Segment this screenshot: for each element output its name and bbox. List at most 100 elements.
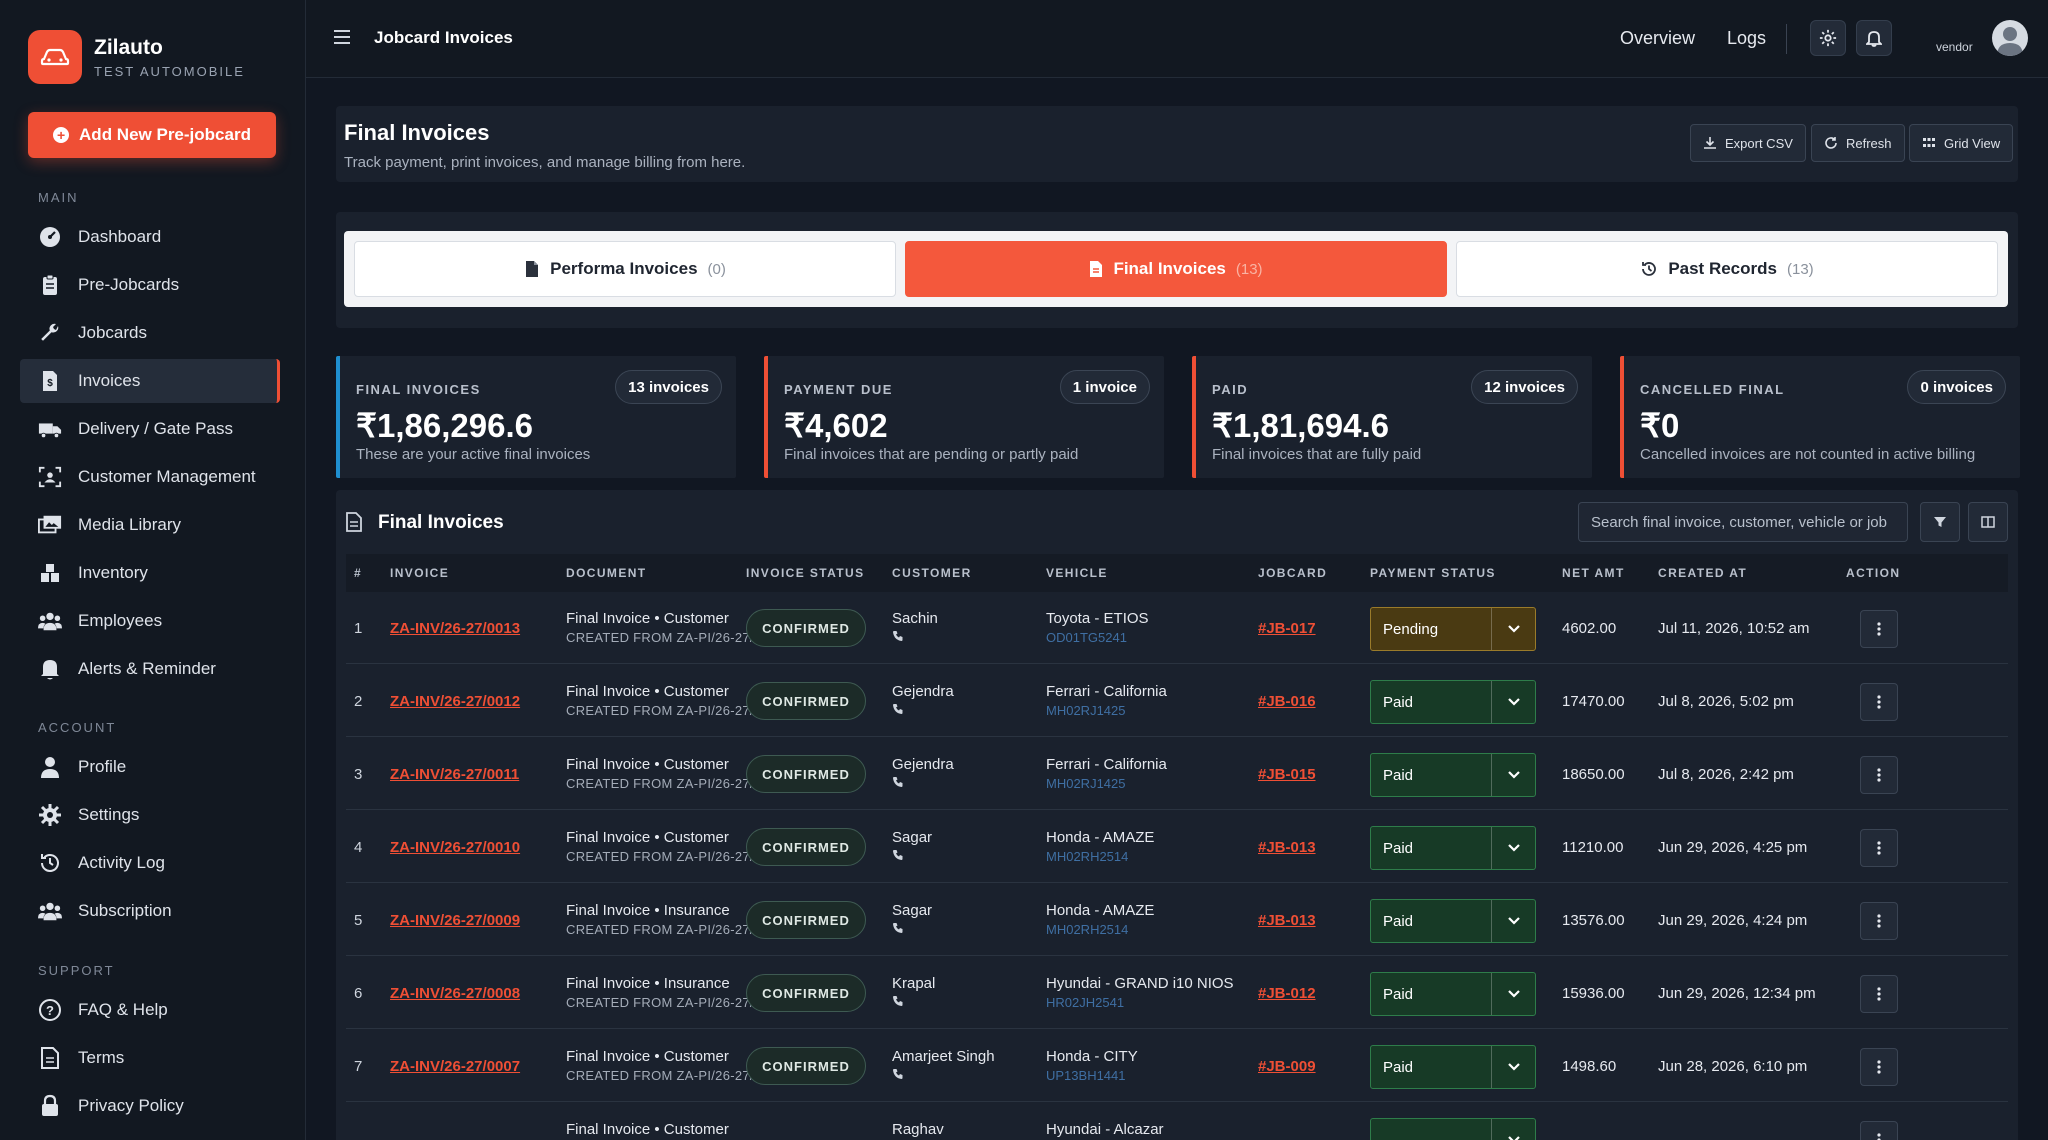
stat-badge: 13 invoices xyxy=(615,370,722,404)
sidebar-item-customer-management[interactable]: Customer Management xyxy=(20,455,280,499)
invoice-status-badge: CONFIRMED xyxy=(746,609,866,647)
sidebar-item-alerts-reminder[interactable]: Alerts & Reminder xyxy=(20,647,280,691)
payment-status-select[interactable]: Paid xyxy=(1370,899,1536,943)
jobcard-link[interactable]: #JB-013 xyxy=(1258,912,1316,929)
invoice-file-icon xyxy=(346,512,362,537)
user-avatar-icon xyxy=(1997,27,2023,56)
tab-past-records[interactable]: Past Records (13) xyxy=(1456,241,1998,297)
columns-button[interactable] xyxy=(1968,502,2008,542)
row-actions-button[interactable] xyxy=(1860,829,1898,867)
sidebar-item-media-library[interactable]: Media Library xyxy=(20,503,280,547)
row-actions-button[interactable] xyxy=(1860,1048,1898,1086)
tab-label: Final Invoices xyxy=(1113,259,1226,278)
logs-link[interactable]: Logs xyxy=(1727,28,1766,49)
sidebar-item-label: Activity Log xyxy=(78,853,165,872)
payment-status-select[interactable]: Paid xyxy=(1370,1045,1536,1089)
tab-final-invoices[interactable]: Final Invoices (13) xyxy=(905,241,1447,297)
invoice-link[interactable]: ZA-INV/26-27/0009 xyxy=(390,912,520,929)
export-csv-button[interactable]: Export CSV xyxy=(1690,124,1806,162)
invoice-link[interactable]: ZA-INV/26-27/0011 xyxy=(390,766,519,783)
refresh-button[interactable]: Refresh xyxy=(1811,124,1905,162)
jobcard-link[interactable]: #JB-016 xyxy=(1258,693,1316,710)
sidebar-item-profile[interactable]: Profile xyxy=(20,745,280,789)
payment-status-select[interactable]: Pending xyxy=(1370,607,1536,651)
sidebar-item-employees[interactable]: Employees xyxy=(20,599,280,643)
row-actions-button[interactable] xyxy=(1860,975,1898,1013)
menu-icon[interactable] xyxy=(334,30,350,48)
boxes-icon xyxy=(38,561,62,585)
jobcard-link[interactable]: #JB-012 xyxy=(1258,985,1316,1002)
sidebar-item-label: Delivery / Gate Pass xyxy=(78,419,233,438)
row-actions-button[interactable] xyxy=(1860,756,1898,794)
sidebar-item-label: Profile xyxy=(78,757,127,776)
avatar[interactable] xyxy=(1992,20,2028,56)
jobcard-link[interactable]: #JB-013 xyxy=(1258,839,1316,856)
vehicle-name: Honda - CITY xyxy=(1046,1048,1138,1065)
sidebar-item-settings[interactable]: Settings xyxy=(20,793,280,837)
payment-status-select[interactable] xyxy=(1370,1118,1536,1140)
search-input[interactable] xyxy=(1578,502,1908,542)
page-subtitle: Track payment, print invoices, and manag… xyxy=(344,154,746,171)
jobcard-link[interactable]: #JB-017 xyxy=(1258,620,1316,637)
invoice-link[interactable]: ZA-INV/26-27/0012 xyxy=(390,693,520,710)
row-index: 3 xyxy=(354,766,363,783)
grid-view-button[interactable]: Grid View xyxy=(1909,124,2014,162)
page-header: Final Invoices Track payment, print invo… xyxy=(336,106,2018,182)
jobcard-link[interactable]: #JB-009 xyxy=(1258,1058,1316,1075)
sidebar-item-jobcards[interactable]: Jobcards xyxy=(20,311,280,355)
row-actions-button[interactable] xyxy=(1860,902,1898,940)
phone-icon xyxy=(892,849,904,864)
sidebar-item-dashboard[interactable]: Dashboard xyxy=(20,215,280,259)
row-actions-button[interactable] xyxy=(1860,1121,1898,1140)
invoices-table-card: Final Invoices # INVOICE DOCUMENT INVOICE S… xyxy=(336,490,2018,1140)
row-actions-button[interactable] xyxy=(1860,610,1898,648)
sidebar-item-label: Privacy Policy xyxy=(78,1096,184,1115)
sidebar-item-terms[interactable]: Terms xyxy=(20,1036,280,1080)
vehicle-registration: MH02RJ1425 xyxy=(1046,776,1126,791)
created-at: Jun 28, 2026, 6:10 pm xyxy=(1658,1058,1808,1075)
sidebar-item-label: Media Library xyxy=(78,515,181,534)
main-section-label: MAIN xyxy=(38,190,79,205)
table-row: 6 ZA-INV/26-27/0008 Final Invoice • Insura… xyxy=(346,957,2008,1029)
brand[interactable]: Zilauto TEST AUTOMOBILE xyxy=(28,30,245,84)
stat-cancelled-final: CANCELLED FINAL 0 invoices ₹0 Cancelled … xyxy=(1620,356,2020,478)
more-vertical-icon xyxy=(1877,768,1881,782)
document-type: Final Invoice • Customer xyxy=(566,610,729,627)
tab-performa-invoices[interactable]: Performa Invoices (0) xyxy=(354,241,896,297)
row-actions-button[interactable] xyxy=(1860,683,1898,721)
tab-count: (0) xyxy=(707,260,726,278)
filter-button[interactable] xyxy=(1920,502,1960,542)
sidebar-item-subscription[interactable]: Subscription xyxy=(20,889,280,933)
bell-icon xyxy=(1866,31,1882,47)
payment-status-select[interactable]: Paid xyxy=(1370,753,1536,797)
overview-link[interactable]: Overview xyxy=(1620,28,1695,49)
invoice-link[interactable]: ZA-INV/26-27/0008 xyxy=(390,985,520,1002)
stat-description: Cancelled invoices are not counted in ac… xyxy=(1640,446,1976,463)
payment-status-select[interactable]: Paid xyxy=(1370,826,1536,870)
invoice-link[interactable]: ZA-INV/26-27/0010 xyxy=(390,839,520,856)
invoice-status-badge: CONFIRMED xyxy=(746,682,866,720)
vehicle-name: Honda - AMAZE xyxy=(1046,902,1155,919)
sidebar-item-delivery-gate-pass[interactable]: Delivery / Gate Pass xyxy=(20,407,280,451)
invoice-link[interactable]: ZA-INV/26-27/0013 xyxy=(390,620,520,637)
column-header-action: ACTION xyxy=(1846,566,1901,580)
sidebar-item-activity-log[interactable]: Activity Log xyxy=(20,841,280,885)
user-name: vendor xyxy=(1936,40,1973,54)
sidebar-item-inventory[interactable]: Inventory xyxy=(20,551,280,595)
users-icon xyxy=(38,899,62,923)
sidebar-item-invoices[interactable]: $ Invoices xyxy=(20,359,280,403)
jobcard-link[interactable]: #JB-015 xyxy=(1258,766,1316,783)
invoice-link[interactable]: ZA-INV/26-27/0007 xyxy=(390,1058,520,1075)
customer-name: Gejendra xyxy=(892,756,954,773)
payment-status-select[interactable]: Paid xyxy=(1370,972,1536,1016)
notifications-button[interactable] xyxy=(1856,20,1892,56)
created-at: Jun 29, 2026, 4:25 pm xyxy=(1658,839,1808,856)
payment-status-select[interactable]: Paid xyxy=(1370,680,1536,724)
sidebar-item-pre-jobcards[interactable]: Pre-Jobcards xyxy=(20,263,280,307)
wrench-icon xyxy=(38,321,62,345)
sidebar-item-faq-help[interactable]: ? FAQ & Help xyxy=(20,988,280,1032)
vehicle-registration: OD01TG5241 xyxy=(1046,630,1127,645)
add-pre-jobcard-button[interactable]: + Add New Pre-jobcard xyxy=(28,112,276,158)
sidebar-item-privacy-policy[interactable]: Privacy Policy xyxy=(20,1084,280,1128)
settings-button[interactable] xyxy=(1810,20,1846,56)
